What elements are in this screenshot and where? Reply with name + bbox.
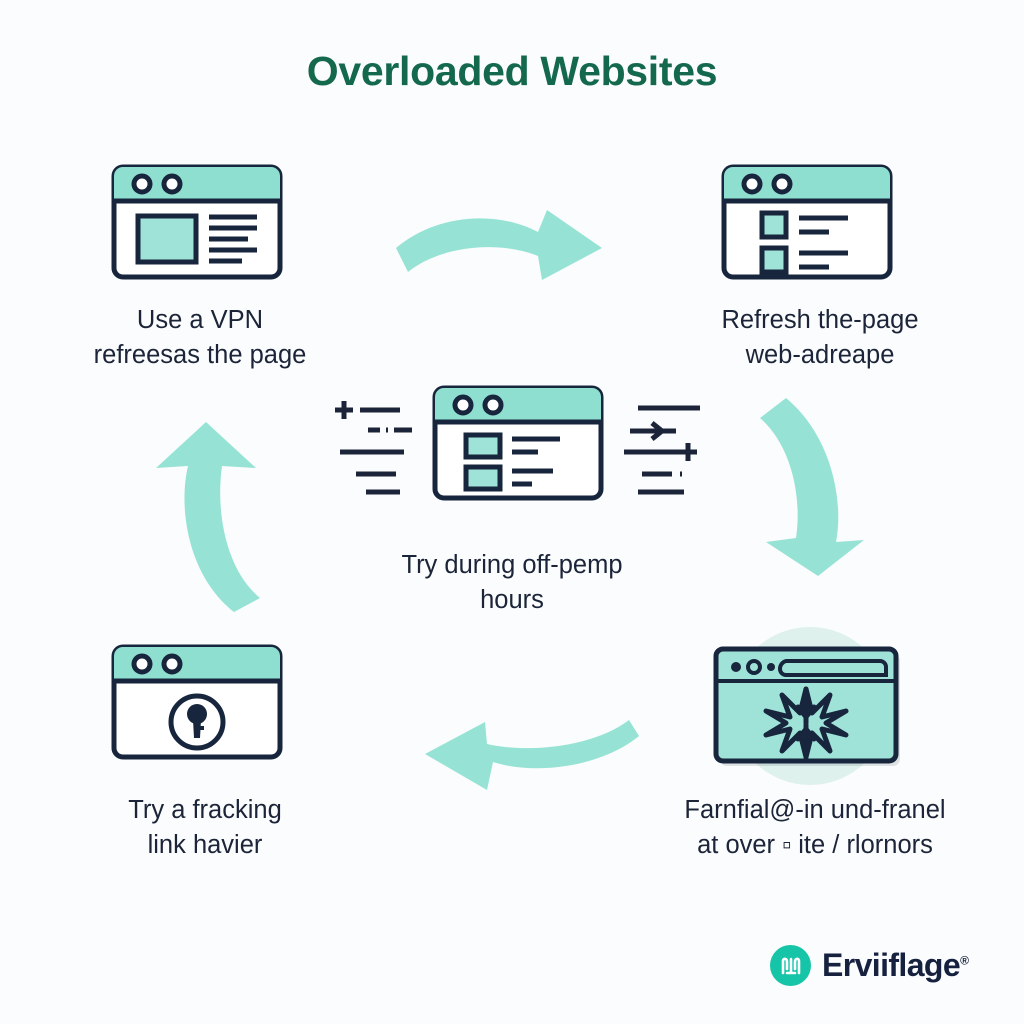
curved-arrow-up-icon	[146, 416, 272, 616]
infographic-canvas: Overloaded Websites Use a VPN refreesas …	[0, 0, 1024, 1024]
registered-trademark-mark: ®	[960, 953, 969, 968]
plus-dash-lines-icon	[330, 394, 428, 498]
node-label-center: Try during off-pemp hours	[401, 551, 623, 615]
browser-window-with-starburst-icon	[712, 645, 904, 769]
brand-logo[interactable]: Erviiflage®	[770, 945, 969, 986]
browser-window-with-list-icon	[721, 164, 893, 280]
browser-window-with-media-block-icon	[111, 164, 283, 280]
node-label-top-right: Refresh the-page web-adreape	[721, 306, 919, 370]
browser-window-with-rows-icon	[432, 385, 604, 501]
page-title: Overloaded Websites	[306, 48, 718, 94]
lines-arrow-plus-dot-icon	[616, 394, 714, 498]
curved-arrow-right-icon	[392, 196, 606, 294]
node-label-bottom-left: Try a fracking link havier	[128, 796, 282, 860]
browser-window-with-keyhole-icon	[111, 644, 283, 760]
curved-arrow-left-icon	[415, 718, 643, 810]
logo-text: Erviiflage®	[822, 947, 969, 984]
node-label-top-left: Use a VPN refreesas the page	[93, 306, 307, 370]
logo-wordmark: Erviiflage	[822, 947, 961, 983]
curved-arrow-down-icon	[752, 392, 878, 580]
node-label-bottom-right: Farnfial@-in und-franel at over ▫ ite / …	[684, 796, 946, 860]
logo-badge-icon	[770, 945, 811, 986]
